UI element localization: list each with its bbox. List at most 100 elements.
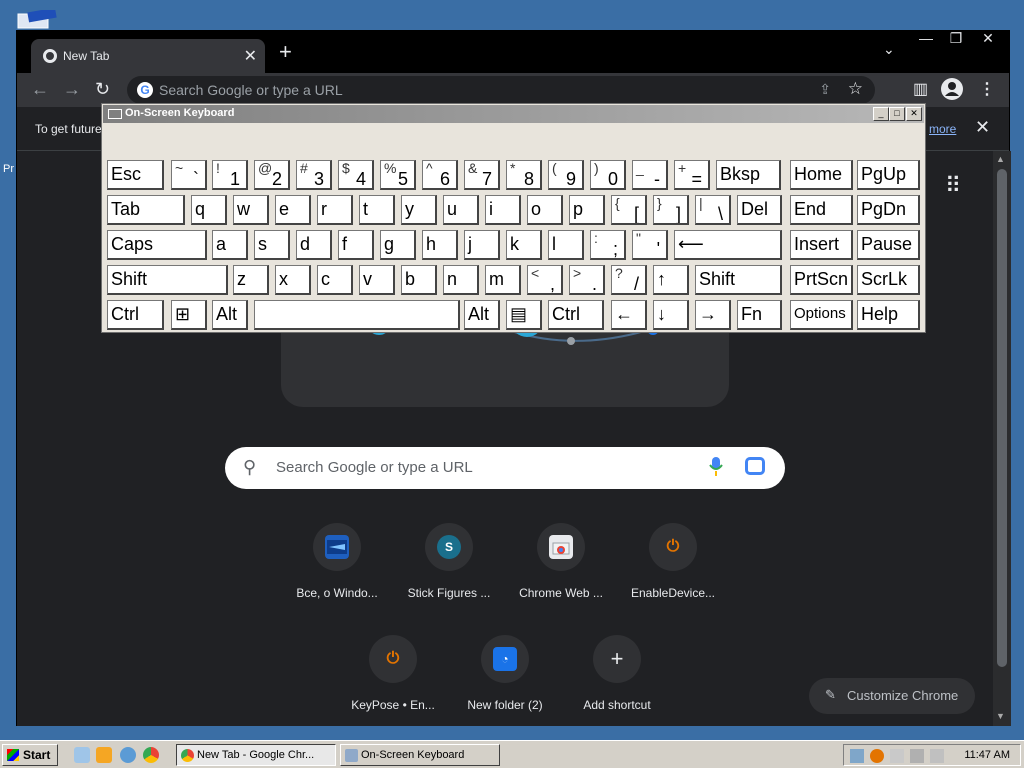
google-apps-icon[interactable]: ⠿ <box>945 173 961 199</box>
voice-search-icon[interactable] <box>709 455 723 482</box>
key-char[interactable]: m <box>485 265 521 295</box>
infobar-learn-more-link[interactable]: more <box>929 122 956 136</box>
tab-new-tab[interactable]: New Tab ✕ <box>31 39 265 73</box>
osk-minimize-button[interactable]: _ <box>873 107 889 121</box>
key-char[interactable]: ! 1 <box>212 160 248 190</box>
key-char[interactable]: d <box>296 230 332 260</box>
key-char[interactable]: #3 <box>296 160 332 190</box>
key-char[interactable]: z <box>233 265 269 295</box>
key-esc[interactable]: Esc <box>107 160 164 190</box>
key-caps-lock[interactable]: Caps <box>107 230 207 260</box>
key-char[interactable]: & 7 <box>464 160 500 190</box>
key-end[interactable]: End <box>790 195 853 225</box>
google-lens-icon[interactable] <box>745 457 765 475</box>
key-char[interactable]: (9 <box>548 160 584 190</box>
osk-close-button[interactable]: ✕ <box>906 107 922 121</box>
taskbar-osk-button[interactable]: On-Screen Keyboard <box>340 744 500 766</box>
key-menu[interactable]: ▤ <box>506 300 542 330</box>
key-char[interactable]: {[ <box>611 195 647 225</box>
scroll-up-arrow-icon[interactable]: ▲ <box>996 154 1005 164</box>
desktop-computer-icon[interactable] <box>14 7 62 32</box>
tab-search-button[interactable]: ⌄ <box>883 41 895 58</box>
key-char[interactable]: h <box>422 230 458 260</box>
maximize-button[interactable]: ❐ <box>941 31 971 47</box>
key-fn[interactable]: Fn <box>737 300 782 330</box>
key-enter[interactable]: ⟵ <box>674 230 782 260</box>
shortcut-windows[interactable]: Все, о Windo... <box>281 511 393 611</box>
media-player-icon[interactable] <box>96 747 112 763</box>
customize-chrome-button[interactable]: ✎ Customize Chrome <box>809 678 975 714</box>
menu-icon[interactable]: ⋮ <box>979 79 995 99</box>
start-button[interactable]: Start <box>2 744 58 766</box>
infobar-close-icon[interactable]: ✕ <box>975 117 990 138</box>
tray-app-icon[interactable] <box>910 749 924 763</box>
bookmark-star-icon[interactable]: ☆ <box>848 79 863 99</box>
taskbar-chrome-button[interactable]: New Tab - Google Chr... <box>176 744 336 766</box>
key-char[interactable]: @2 <box>254 160 290 190</box>
profile-avatar[interactable] <box>941 78 963 100</box>
key-arrow[interactable]: → <box>695 300 731 330</box>
key-char[interactable]: g <box>380 230 416 260</box>
key-char[interactable]: o <box>527 195 563 225</box>
key-char[interactable]: f <box>338 230 374 260</box>
key-alt[interactable]: Alt <box>212 300 248 330</box>
add-shortcut-button[interactable]: + Add shortcut <box>561 623 673 723</box>
key-shift[interactable]: Shift <box>695 265 782 295</box>
key-arrow[interactable]: ↑ <box>653 265 689 295</box>
key-page-down[interactable]: PgDn <box>857 195 920 225</box>
scrollbar-thumb[interactable] <box>997 169 1007 667</box>
security-alert-icon[interactable] <box>890 749 904 763</box>
shortcut-stick-figures[interactable]: S Stick Figures ... <box>393 511 505 611</box>
shortcut-chrome-web-store[interactable]: Chrome Web ... <box>505 511 617 611</box>
key-ctrl[interactable]: Ctrl <box>107 300 164 330</box>
key-tab[interactable]: Tab <box>107 195 185 225</box>
key-char[interactable]: * 8 <box>506 160 542 190</box>
key-char[interactable]: i <box>485 195 521 225</box>
key-char[interactable]: q <box>191 195 227 225</box>
key-help[interactable]: Help <box>857 300 920 330</box>
key-shift[interactable]: Shift <box>107 265 228 295</box>
key-char[interactable]: j <box>464 230 500 260</box>
reload-button[interactable]: ↻ <box>95 79 110 100</box>
tab-close-icon[interactable]: ✕ <box>244 46 257 66</box>
key-char[interactable]: l <box>548 230 584 260</box>
chrome-quicklaunch-icon[interactable] <box>143 747 159 763</box>
key-alt[interactable]: Alt <box>464 300 500 330</box>
key-char[interactable]: x <box>275 265 311 295</box>
show-desktop-icon[interactable] <box>74 747 90 763</box>
key-char[interactable]: ^ 6 <box>422 160 458 190</box>
key-char[interactable]: p <box>569 195 605 225</box>
osk-title-bar[interactable]: On-Screen Keyboard _ □ ✕ <box>103 105 924 123</box>
key-char[interactable]: k <box>506 230 542 260</box>
key-char[interactable]: >. <box>569 265 605 295</box>
key-backspace[interactable]: Bksp <box>716 160 781 190</box>
internet-explorer-icon[interactable] <box>120 747 136 763</box>
key-char[interactable]: u <box>443 195 479 225</box>
share-icon[interactable]: ⇪ <box>819 81 831 98</box>
key-char[interactable]: ) 0 <box>590 160 626 190</box>
key-page-up[interactable]: PgUp <box>857 160 920 190</box>
key-char[interactable]: ? / <box>611 265 647 295</box>
key-home[interactable]: Home <box>790 160 853 190</box>
minimize-button[interactable]: — <box>911 31 941 47</box>
key-windows[interactable]: ⊞ <box>171 300 207 330</box>
key-char[interactable]: v <box>359 265 395 295</box>
key-char[interactable]: _ - <box>632 160 668 190</box>
network-icon[interactable] <box>850 749 864 763</box>
close-window-button[interactable]: ✕ <box>973 31 1003 47</box>
key-char[interactable]: n <box>443 265 479 295</box>
key-char[interactable]: c <box>317 265 353 295</box>
key-char[interactable]: t <box>359 195 395 225</box>
omnibox[interactable]: G Search Google or type a URL ⇪ ☆ <box>127 76 875 104</box>
key-char[interactable]: r <box>317 195 353 225</box>
scroll-down-arrow-icon[interactable]: ▼ <box>996 711 1005 721</box>
key-ctrl[interactable]: Ctrl <box>548 300 604 330</box>
shortcut-enabledevice[interactable]: ⏻ EnableDevice... <box>617 511 729 611</box>
volume-muted-icon[interactable] <box>930 749 944 763</box>
key-scroll-lock[interactable]: ScrLk <box>857 265 920 295</box>
key-char[interactable]: :; <box>590 230 626 260</box>
key-insert[interactable]: Insert <box>790 230 853 260</box>
shortcut-new-folder[interactable]: ◔ New folder (2) <box>449 623 561 723</box>
key-char[interactable]: w <box>233 195 269 225</box>
key-char[interactable]: ~ ` <box>171 160 207 190</box>
